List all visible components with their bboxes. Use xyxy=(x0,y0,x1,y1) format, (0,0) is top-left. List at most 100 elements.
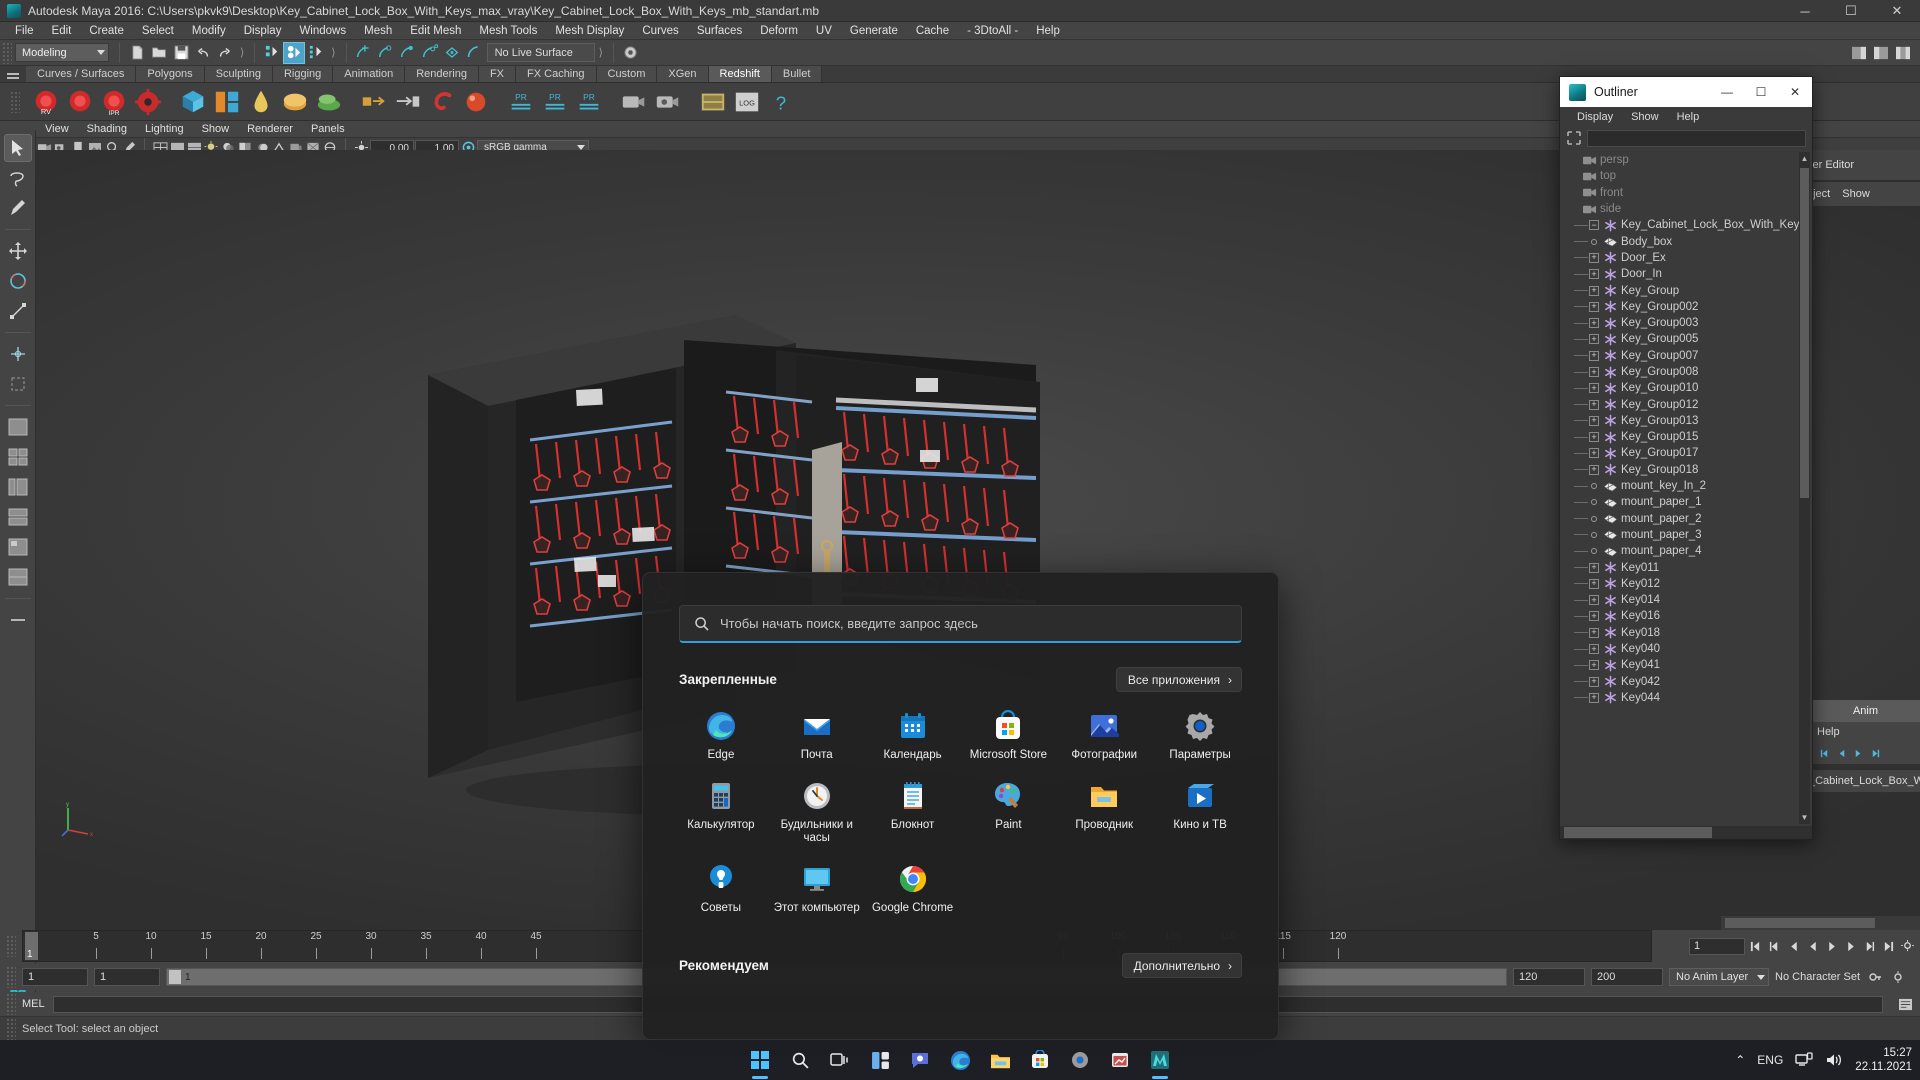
outliner-row[interactable]: + Key_Group008 xyxy=(1560,364,1812,380)
maya-taskbar-button[interactable] xyxy=(1145,1045,1175,1075)
shelf-button-rs-material-grid[interactable] xyxy=(211,86,242,117)
widgets-button[interactable] xyxy=(865,1045,895,1075)
persp-outliner-layout-button[interactable] xyxy=(4,473,32,501)
outliner-menu-show[interactable]: Show xyxy=(1622,111,1668,123)
panel-hscrollbar[interactable] xyxy=(1720,916,1920,930)
previous-key-icon[interactable] xyxy=(1785,938,1802,955)
toolbox-more-button[interactable] xyxy=(4,606,32,634)
start-app-this-pc[interactable]: Этот компьютер xyxy=(769,855,865,921)
range-gripper[interactable] xyxy=(6,966,16,988)
layer-next-icon[interactable] xyxy=(1853,748,1864,759)
outliner-row[interactable]: mount_paper_2 xyxy=(1560,511,1812,527)
shelf-button-rs-ipr[interactable]: IPR xyxy=(98,86,129,117)
make-live-button[interactable] xyxy=(463,42,485,64)
paint-button[interactable] xyxy=(1105,1045,1135,1075)
start-app-calculator[interactable]: Калькулятор xyxy=(673,772,769,851)
open-scene-button[interactable] xyxy=(148,42,170,64)
expand-node-icon[interactable]: + xyxy=(1589,318,1599,329)
shelf-button-rs-pr-3[interactable]: PR xyxy=(573,86,604,117)
shelf-tab-fx-caching[interactable]: FX Caching xyxy=(516,66,597,82)
outliner-filter-icon[interactable] xyxy=(1566,130,1582,146)
shelf-tab-animation[interactable]: Animation xyxy=(333,66,406,82)
step-forward-icon[interactable] xyxy=(1861,938,1878,955)
outliner-row[interactable]: + Key012 xyxy=(1560,576,1812,592)
menu-item-mesh-tools[interactable]: Mesh Tools xyxy=(470,22,546,40)
redo-button[interactable] xyxy=(214,42,236,64)
menu-item-help[interactable]: Help xyxy=(1027,22,1069,40)
store-button[interactable] xyxy=(1025,1045,1055,1075)
status-gripper[interactable] xyxy=(6,1018,16,1040)
shelf-tab-rendering[interactable]: Rendering xyxy=(405,66,479,82)
outliner-row[interactable]: mount_paper_1 xyxy=(1560,494,1812,510)
start-app-clock[interactable]: Будильники и часы xyxy=(769,772,865,851)
shelf-button-rs-pr-2[interactable]: PR xyxy=(539,86,570,117)
outliner-row[interactable]: + Key_Group003 xyxy=(1560,315,1812,331)
expand-node-icon[interactable]: + xyxy=(1589,692,1599,703)
shelf-button-rs-light-area[interactable] xyxy=(460,86,491,117)
playback-end-field[interactable]: 200 xyxy=(1591,968,1664,986)
auto-key-icon[interactable] xyxy=(1866,969,1883,986)
shelf-button-rs-render[interactable] xyxy=(64,86,95,117)
channel-box-toggle[interactable] xyxy=(1892,42,1914,64)
network-icon[interactable] xyxy=(1795,1052,1813,1068)
outliner-hscroll-thumb[interactable] xyxy=(1564,827,1712,838)
start-app-movies-tv[interactable]: Кино и ТВ xyxy=(1152,772,1248,851)
start-app-paint-palette[interactable]: Paint xyxy=(961,772,1057,851)
outliner-row[interactable]: + Key042 xyxy=(1560,674,1812,690)
rotate-tool-button[interactable] xyxy=(4,267,32,295)
menu-item-select[interactable]: Select xyxy=(133,22,183,40)
minimize-button[interactable]: ─ xyxy=(1782,0,1828,22)
playback-start-field[interactable]: 120 xyxy=(1513,968,1586,986)
menu-item-edit-mesh[interactable]: Edit Mesh xyxy=(401,22,470,40)
expand-node-icon[interactable]: + xyxy=(1589,464,1599,475)
expand-node-icon[interactable]: + xyxy=(1589,415,1599,426)
explorer-button[interactable] xyxy=(985,1045,1015,1075)
shelf-button-rs-render-view[interactable]: RV xyxy=(30,86,61,117)
viewport-menu-view[interactable]: View xyxy=(36,121,78,138)
scale-tool-button[interactable] xyxy=(4,297,32,325)
outliner-row[interactable]: + Key_Group xyxy=(1560,282,1812,298)
render-current-frame-button[interactable] xyxy=(620,42,642,64)
next-key-icon[interactable] xyxy=(1842,938,1859,955)
outliner-row[interactable]: mount_paper_3 xyxy=(1560,527,1812,543)
paint-selection-tool-button[interactable] xyxy=(4,194,32,222)
shelf-button-rs-sky[interactable] xyxy=(245,86,276,117)
save-scene-button[interactable] xyxy=(170,42,192,64)
shelf-button-rs-camera[interactable] xyxy=(618,86,649,117)
viewport-menu-shading[interactable]: Shading xyxy=(78,121,136,138)
shelf-button-rs-log[interactable]: LOG xyxy=(731,86,762,117)
expand-node-icon[interactable]: + xyxy=(1589,367,1599,377)
last-tool-button[interactable] xyxy=(4,370,32,398)
start-app-notepad[interactable]: Блокнот xyxy=(865,772,961,851)
outliner-row[interactable]: + Key_Group012 xyxy=(1560,396,1812,412)
time-cursor[interactable]: 1 xyxy=(25,932,38,960)
menu-item-mesh[interactable]: Mesh xyxy=(355,22,401,40)
menu-item-uv[interactable]: UV xyxy=(807,22,841,40)
select-by-component-button[interactable] xyxy=(305,42,327,64)
live-surface-field[interactable]: No Live Surface xyxy=(486,43,595,62)
expand-node-icon[interactable]: + xyxy=(1589,252,1599,263)
edge-button[interactable] xyxy=(945,1045,975,1075)
start-search-box[interactable]: Чтобы начать поиск, введите запрос здесь xyxy=(679,605,1242,643)
outliner-vscroll-thumb[interactable] xyxy=(1800,168,1809,498)
menu-item-file[interactable]: File xyxy=(6,22,43,40)
start-button[interactable] xyxy=(745,1045,775,1075)
snap-to-view-planes-button[interactable] xyxy=(441,42,463,64)
shelf-button-rs-material[interactable] xyxy=(177,86,208,117)
outliner-maximize-button[interactable]: ☐ xyxy=(1744,77,1778,107)
step-back-icon[interactable] xyxy=(1766,938,1783,955)
shelf-button-rs-pr-1[interactable]: PR xyxy=(505,86,536,117)
shelf-button-rs-help[interactable]: ? xyxy=(765,86,796,117)
layer-first-icon[interactable] xyxy=(1819,748,1830,759)
outliner-row[interactable]: + Key_Group005 xyxy=(1560,331,1812,347)
go-to-start-icon[interactable] xyxy=(1747,938,1764,955)
range-left-handle[interactable] xyxy=(169,970,181,984)
go-to-end-icon[interactable] xyxy=(1880,938,1897,955)
shelf-tab-custom[interactable]: Custom xyxy=(596,66,658,82)
layer-prev-icon[interactable] xyxy=(1836,748,1847,759)
outliner-row[interactable]: + Key_Group002 xyxy=(1560,299,1812,315)
expand-node-icon[interactable]: + xyxy=(1589,301,1599,312)
menu-item-edit[interactable]: Edit xyxy=(43,22,81,40)
tray-expand-icon[interactable]: ⌃ xyxy=(1735,1053,1745,1067)
outliner-row[interactable]: + Key018 xyxy=(1560,625,1812,641)
